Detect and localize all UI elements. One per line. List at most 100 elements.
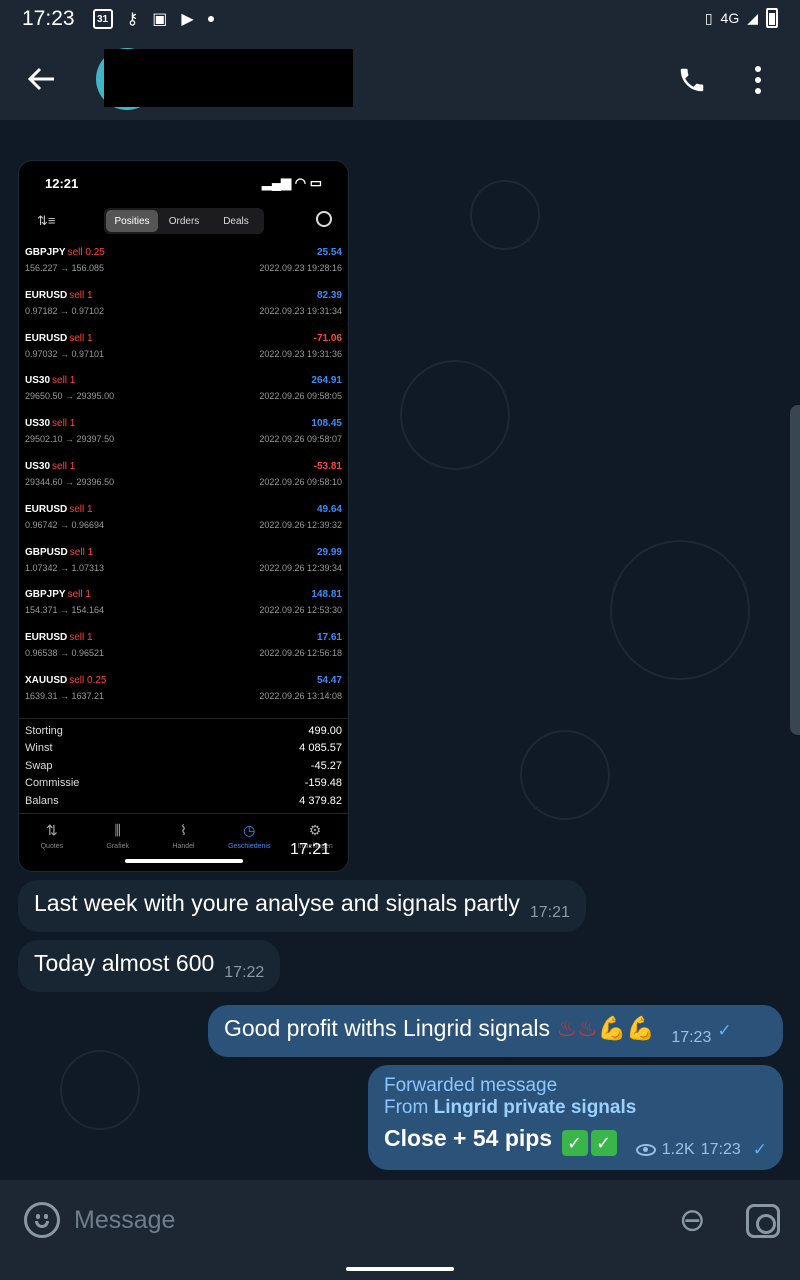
symbol-text: EURUSD <box>25 332 68 344</box>
chat-area[interactable]: 12:21 ▂▄▆ ◠ ▭ ⇅≡ Posities Orders Deals G… <box>0 120 800 1180</box>
summary-value: -159.48 <box>304 777 342 790</box>
summary-label: Storting <box>25 724 63 737</box>
system-nav-bar <box>0 1260 800 1280</box>
position-prices: 29650.50 → 29395.00 <box>25 391 115 402</box>
position-timestamp: 2022.09.26 09:58:05 <box>259 391 342 402</box>
summary-row: Winst 4 085.57 <box>25 742 342 760</box>
position-row: GBPJPY sell 1 154.371 → 154.164 148.81 2022.… <box>19 583 348 626</box>
summary-table: Storting 499.00 Winst 4 085.57 Swap -45.27 Com… <box>19 717 348 813</box>
screenshot-status-bar: 12:21 ▂▄▆ ◠ ▭ <box>19 161 348 205</box>
vibrate-icon: ▯ <box>704 9 713 26</box>
position-side: sell 1 <box>52 460 76 472</box>
forwarded-from[interactable]: From Lingrid private signals <box>384 1097 767 1119</box>
summary-value: -45.27 <box>310 759 342 772</box>
position-row: EURUSD sell 1 0.96742 → 0.96694 49.64 2022.0… <box>19 498 348 541</box>
position-row: EURUSD sell 1 0.97032 → 0.97101 -71.06 2022.… <box>19 327 348 370</box>
status-time: 17:23 <box>22 7 75 30</box>
position-timestamp: 2022.09.23 19:28:16 <box>259 263 342 273</box>
position-pnl: 25.54 <box>316 247 342 258</box>
message-text: Good profit withs Lingrid signals <box>224 1015 550 1041</box>
home-gesture-bar[interactable] <box>346 1267 454 1271</box>
position-prices: 0.96538 → 0.96521 <box>25 648 105 659</box>
battery-icon <box>766 8 778 28</box>
position-symbol: GBPJPY sell 0.25 <box>25 247 105 258</box>
position-side: sell 1 <box>52 375 76 387</box>
screenshot-tabs-row: ⇅≡ Posities Orders Deals <box>19 205 348 241</box>
position-row: GBPUSD sell 1 1.07342 → 1.07313 29.99 2022.0… <box>19 541 348 584</box>
redacted-contact-name[interactable] <box>104 49 353 107</box>
position-prices: 1.07342 → 1.07313 <box>25 562 105 573</box>
symbol-text: US30 <box>25 418 51 430</box>
photo-message[interactable]: 12:21 ▂▄▆ ◠ ▭ ⇅≡ Posities Orders Deals G… <box>18 160 349 872</box>
nav-item-icon: ⚙ <box>308 822 322 838</box>
summary-row: Storting 499.00 <box>25 725 342 743</box>
position-symbol: US30 sell 1 <box>25 375 75 386</box>
position-timestamp: 2022.09.23 19:31:36 <box>259 348 342 359</box>
position-row: EURUSD sell 1 0.96538 → 0.96521 17.61 2022.0… <box>19 626 348 669</box>
paperclip-icon[interactable]: ⊘ <box>667 1194 719 1246</box>
position-side: sell 1 <box>69 503 93 515</box>
camera-icon[interactable] <box>746 1204 780 1238</box>
forwarded-body-text: Close + 54 pips <box>384 1124 553 1151</box>
nav-item-icon: ◷ <box>243 822 256 838</box>
position-row: US30 sell 1 29650.50 → 29395.00 264.91 2022.… <box>19 369 348 412</box>
incoming-message[interactable]: Last week with youre analyse and signals… <box>18 880 586 933</box>
position-row: US30 sell 1 29502.10 → 29397.50 108.45 2022.… <box>19 412 348 455</box>
position-timestamp: 2022.09.26 09:58:07 <box>259 434 342 445</box>
background-doodle <box>470 180 540 250</box>
position-pnl: 17.61 <box>316 632 342 644</box>
incoming-message[interactable]: Today almost 600 17:22 <box>18 940 281 993</box>
position-timestamp: 2022.09.26 12:56:18 <box>259 648 342 659</box>
position-row: US30 sell 1 29344.60 → 29396.50 -53.81 2022.… <box>19 455 348 498</box>
message-time: 17:23 <box>700 1141 741 1159</box>
nav-item-icon: ⌇ <box>180 822 187 838</box>
position-prices: 0.97032 → 0.97101 <box>25 348 105 359</box>
summary-row: Commissie -159.48 <box>25 777 342 795</box>
symbol-text: GBPUSD <box>25 546 68 558</box>
position-row: EURUSD sell 1 0.97182 → 0.97102 82.39 2022.0… <box>19 284 348 327</box>
symbol-text: GBPJPY <box>25 247 66 258</box>
symbol-text: EURUSD <box>25 632 68 644</box>
background-doodle <box>400 360 510 470</box>
position-prices: 1639.31 → 1637.21 <box>25 690 105 701</box>
summary-label: Balans <box>25 794 59 807</box>
position-symbol: XAUUSD sell 0.25 <box>25 675 106 686</box>
position-side: sell 1 <box>69 632 93 644</box>
position-pnl: 82.39 <box>316 289 342 301</box>
status-right: ▯ 4G ◢ <box>705 8 778 28</box>
symbol-text: US30 <box>25 460 51 472</box>
summary-label: Commissie <box>25 777 80 790</box>
message-input[interactable] <box>74 1200 644 1240</box>
message-time: 17:21 <box>289 841 330 858</box>
nav-item-icon: ⇅ <box>46 822 58 838</box>
message-time: 17:21 <box>529 904 570 921</box>
position-timestamp: 2022.09.26 09:58:10 <box>259 476 342 487</box>
position-pnl: 148.81 <box>311 589 342 601</box>
check-mark-emoji-icon: ✓ <box>590 1129 617 1156</box>
summary-value: 499.00 <box>308 724 342 737</box>
nav-item-label: Quotes <box>40 843 64 850</box>
forwarded-message[interactable]: Forwarded message From Lingrid private s… <box>368 1065 783 1170</box>
position-side: sell 1 <box>69 546 94 558</box>
position-prices: 154.371 → 154.164 <box>25 605 105 616</box>
scroll-handle[interactable] <box>790 405 800 735</box>
position-symbol: EURUSD sell 1 <box>25 290 93 301</box>
smile-icon[interactable] <box>24 1202 60 1238</box>
summary-row: Swap -45.27 <box>25 760 342 778</box>
position-row: XAUUSD sell 0.25 1639.31 → 1637.21 54.47 202… <box>19 669 348 712</box>
position-pnl: 54.47 <box>316 674 342 686</box>
position-prices: 0.97182 → 0.97102 <box>25 305 105 316</box>
more-vertical-icon[interactable] <box>738 60 778 100</box>
signal-icon: ◢ <box>747 9 758 26</box>
position-side: sell 1 <box>69 332 93 344</box>
forwarded-from-name[interactable]: Lingrid private signals <box>434 1097 637 1118</box>
youtube-icon: ▶ <box>181 11 194 28</box>
nav-item-label: Grafiek <box>106 843 129 850</box>
position-symbol: EURUSD sell 1 <box>25 504 93 515</box>
outgoing-message[interactable]: Good profit withs Lingrid signals ♨♨💪💪 1… <box>208 1005 783 1058</box>
phone-icon[interactable] <box>672 60 712 100</box>
network-label: 4G <box>720 10 740 26</box>
arrow-left-icon[interactable] <box>0 38 84 120</box>
position-timestamp: 2022.09.26 12:53:30 <box>259 605 342 616</box>
position-row: GBPJPY sell 0.25 156.227 → 156.085 25.54 202… <box>19 241 348 284</box>
